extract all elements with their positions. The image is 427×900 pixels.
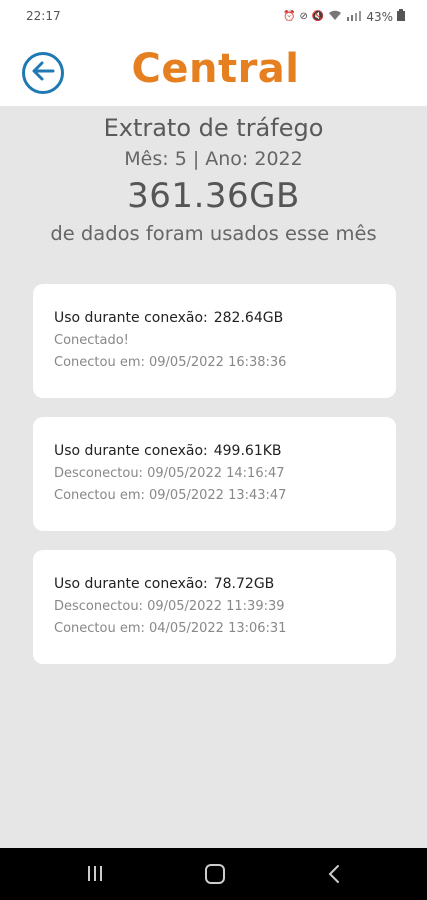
session-disconnected-at: Desconectou: 09/05/2022 14:16:47 <box>54 466 285 481</box>
signal-icon <box>346 10 362 24</box>
session-connected-at: Conectou em: 09/05/2022 16:38:36 <box>54 355 287 370</box>
recents-icon[interactable] <box>88 866 102 881</box>
total-usage: 361.36GB <box>127 176 300 216</box>
battery-icon <box>397 9 405 24</box>
home-icon[interactable] <box>205 864 225 884</box>
usage-label: Uso durante conexão: <box>54 310 208 326</box>
usage-value: 499.61KB <box>213 443 282 459</box>
session-disconnected-at: Desconectou: 09/05/2022 11:39:39 <box>54 599 285 614</box>
usage-label: Uso durante conexão: <box>54 443 208 459</box>
session-connected-at: Conectou em: 09/05/2022 13:43:47 <box>54 488 287 503</box>
back-icon[interactable] <box>328 864 340 888</box>
page-title: Extrato de tráfego <box>103 114 324 142</box>
traffic-summary: Extrato de tráfego Mês: 5 | Ano: 2022 36… <box>0 112 427 245</box>
status-bar: 22:17 ⏰ ⊘ 🔇 43% <box>0 0 427 34</box>
session-card: Uso durante conexão: 78.72GB Desconectou:… <box>33 550 396 664</box>
session-card: Uso durante conexão: 499.61KB Desconectou… <box>33 417 396 531</box>
volume-icon: 🔇 <box>311 11 325 22</box>
app-header: Central <box>0 34 427 106</box>
alarm-icon: ⏰ <box>283 11 296 22</box>
session-usage: Uso durante conexão: 282.64GB <box>54 310 396 326</box>
wifi-icon <box>328 10 342 24</box>
dnd-icon: ⊘ <box>299 11 308 22</box>
session-card: Uso durante conexão: 282.64GB Conectado! … <box>33 284 396 398</box>
period-label: Mês: 5 | Ano: 2022 <box>124 148 303 170</box>
app-title: Central <box>131 46 300 92</box>
usage-value: 282.64GB <box>213 310 284 326</box>
battery-percent: 43% <box>366 9 393 24</box>
status-time: 22:17 <box>26 9 61 23</box>
session-connected-at: Conectou em: 04/05/2022 13:06:31 <box>54 621 287 636</box>
session-status: Conectado! <box>54 333 129 348</box>
usage-value: 78.72GB <box>213 576 275 592</box>
status-icons: ⏰ ⊘ 🔇 43% <box>283 9 405 24</box>
session-usage: Uso durante conexão: 499.61KB <box>54 443 396 459</box>
usage-description: de dados foram usados esse mês <box>50 222 377 245</box>
system-nav-bar <box>0 848 427 900</box>
usage-label: Uso durante conexão: <box>54 576 208 592</box>
session-usage: Uso durante conexão: 78.72GB <box>54 576 396 592</box>
